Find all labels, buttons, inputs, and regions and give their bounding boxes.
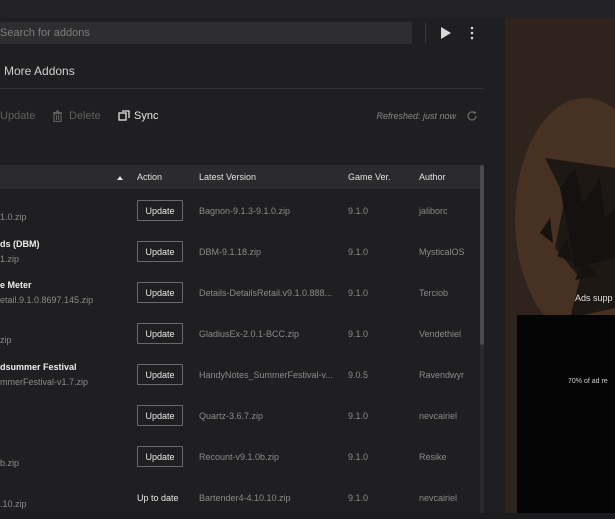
addon-file: zip — [0, 335, 12, 345]
sync-label: Sync — [134, 110, 159, 122]
table-row[interactable]: ds (DBM) 1.zip Update DBM-9.1.18.zip 9.1… — [0, 232, 480, 273]
delete-label: Delete — [69, 110, 101, 122]
game-version: 9.1.0 — [348, 288, 369, 298]
ad-revenue-text: 70% of ad re — [568, 378, 608, 385]
table-row[interactable]: zip Update GladiusEx-2.0.1-BCC.zip 9.1.0… — [0, 314, 480, 355]
up-to-date-status: Up to date — [137, 493, 179, 503]
update-button[interactable]: Update — [137, 282, 183, 303]
column-header-latest-version[interactable]: Latest Version — [199, 172, 256, 182]
addon-file: etail.9.1.0.8697.145.zip — [0, 295, 94, 305]
latest-version: Details-DetailsRetail.v9.1.0.888... — [199, 288, 333, 298]
author[interactable]: Ravendwyr — [419, 370, 464, 380]
trash-icon — [53, 110, 62, 122]
update-button[interactable]: Update — [137, 364, 183, 385]
addon-file: 1.zip — [0, 254, 20, 264]
game-version: 9.1.0 — [348, 329, 369, 339]
table-row[interactable]: e Meter etail.9.1.0.8697.145.zip Update … — [0, 273, 480, 314]
update-button[interactable]: Update — [137, 241, 183, 262]
author[interactable]: jaliborc — [419, 206, 448, 216]
author[interactable]: MysticalOS — [419, 247, 465, 257]
ad-placeholder[interactable] — [517, 315, 615, 513]
latest-version: Bagnon-9.1.3-9.1.0.zip — [199, 206, 291, 216]
table-row[interactable]: Update Quartz-3.6.7.zip 9.1.0 nevcairiel — [0, 396, 480, 437]
column-header-author[interactable]: Author — [419, 172, 446, 182]
table-row[interactable]: 1.0.zip Update Bagnon-9.1.3-9.1.0.zip 9.… — [0, 191, 480, 232]
addon-name: e Meter — [0, 280, 32, 290]
game-version: 9.1.0 — [348, 452, 369, 462]
game-version: 9.1.0 — [348, 411, 369, 421]
author[interactable]: Vendethiel — [419, 329, 461, 339]
addon-file: b.zip — [0, 458, 20, 468]
toolbar-divider — [425, 23, 426, 43]
section-divider — [0, 88, 484, 89]
game-version: 9.1.0 — [348, 206, 369, 216]
more-vertical-icon[interactable] — [466, 26, 478, 40]
addon-file: .10.zip — [0, 499, 27, 509]
table-row[interactable]: dsummer Festival mmerFestival-v1.7.zip U… — [0, 355, 480, 396]
game-version: 9.1.0 — [348, 493, 369, 503]
update-all-button[interactable]: Update — [0, 110, 35, 122]
author[interactable]: nevcairiel — [419, 493, 457, 503]
game-version: 9.1.0 — [348, 247, 369, 257]
addon-name: ds (DBM) — [0, 239, 40, 249]
update-button[interactable]: Update — [137, 405, 183, 426]
refreshed-status: Refreshed: just now — [376, 111, 456, 121]
addon-file: mmerFestival-v1.7.zip — [0, 377, 89, 387]
table-row[interactable]: b.zip Update Recount-v9.1.0b.zip 9.1.0 R… — [0, 437, 480, 478]
search-box[interactable] — [0, 22, 412, 44]
update-button[interactable]: Update — [137, 323, 183, 344]
column-header-game-ver[interactable]: Game Ver. — [348, 172, 391, 182]
addon-file: 1.0.zip — [0, 212, 27, 222]
latest-version: DBM-9.1.18.zip — [199, 247, 262, 257]
refresh-icon[interactable] — [466, 110, 478, 122]
latest-version: GladiusEx-2.0.1-BCC.zip — [199, 329, 300, 339]
play-icon[interactable] — [440, 26, 452, 40]
ads-supported-label: Ads supp — [575, 293, 613, 303]
table-header: Action Latest Version Game Ver. Author — [0, 165, 484, 189]
latest-version: Recount-v9.1.0b.zip — [199, 452, 280, 462]
section-title: More Addons — [4, 64, 75, 78]
update-button[interactable]: Update — [137, 200, 183, 221]
latest-version: Quartz-3.6.7.zip — [199, 411, 264, 421]
search-input[interactable] — [0, 22, 410, 44]
addon-toolbar: Update Delete Sync Refreshed: just now — [0, 110, 484, 124]
sort-up-icon[interactable] — [116, 175, 124, 181]
window-top-bar — [0, 0, 615, 18]
latest-version: HandyNotes_SummerFestival-v... — [199, 370, 333, 380]
author[interactable]: Resike — [419, 452, 447, 462]
column-header-action[interactable]: Action — [137, 172, 162, 182]
latest-version: Bartender4-4.10.10.zip — [199, 493, 291, 503]
author[interactable]: nevcairiel — [419, 411, 457, 421]
table-scrollbar-thumb[interactable] — [480, 165, 484, 345]
game-version: 9.0.5 — [348, 370, 369, 380]
author[interactable]: Terciob — [419, 288, 448, 298]
addon-name: dsummer Festival — [0, 362, 77, 372]
sync-icon — [118, 110, 130, 121]
update-button[interactable]: Update — [137, 446, 183, 467]
